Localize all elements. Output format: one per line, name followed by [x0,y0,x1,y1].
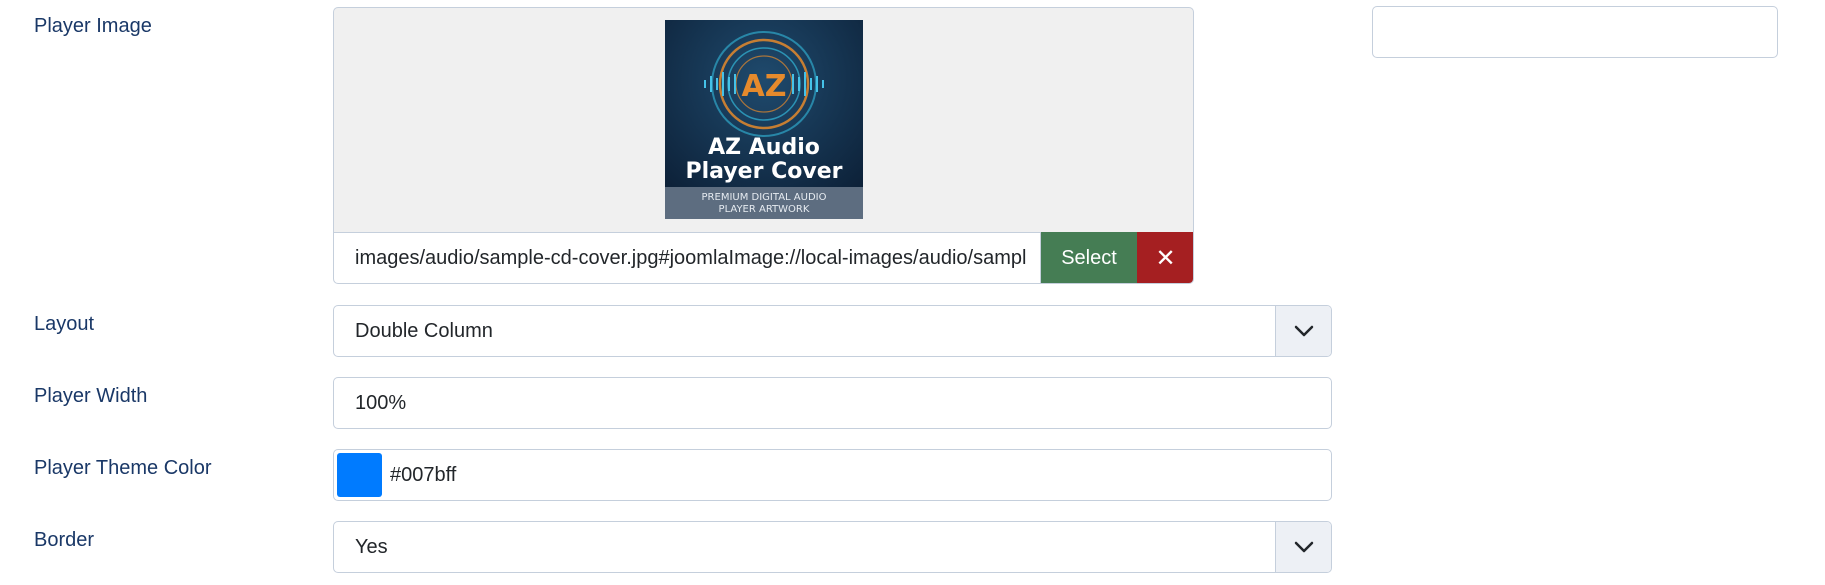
layout-selected-value: Double Column [355,319,493,342]
player-image-preview: AZ AZ Audio Player Cover PREMIUM DIGITAL… [665,20,863,219]
preview-title-line2: Player Cover [686,159,843,184]
layout-select[interactable]: Double Column [333,305,1332,357]
preview-subtitle-line1: PREMIUM DIGITAL AUDIO [702,192,827,203]
preview-logo-text: AZ [742,69,787,104]
layout-label: Layout [34,313,95,335]
preview-title-line1: AZ Audio [708,135,820,160]
border-selected-value: Yes [355,535,388,558]
side-input-field[interactable] [1372,6,1778,58]
select-image-button[interactable]: Select [1041,232,1137,283]
player-width-input[interactable]: 100% [333,377,1332,429]
theme-color-value: #007bff [390,463,457,486]
color-swatch[interactable] [337,453,382,497]
player-width-value: 100% [355,391,407,414]
chevron-down-icon [1275,522,1331,572]
player-image-path-value: images/audio/sample-cd-cover.jpg#joomlaI… [355,246,1026,269]
player-width-label: Player Width [34,385,148,407]
chevron-down-icon [1275,306,1331,356]
player-image-path-input[interactable]: images/audio/sample-cd-cover.jpg#joomlaI… [334,232,1041,283]
clear-image-button[interactable]: ✕ [1137,232,1193,283]
preview-subtitle-line2: PLAYER ARTWORK [719,204,810,215]
theme-color-label: Player Theme Color [34,457,212,479]
player-image-label: Player Image [34,15,152,37]
theme-color-input[interactable]: #007bff [333,449,1332,501]
player-image-field: AZ AZ Audio Player Cover PREMIUM DIGITAL… [333,7,1194,284]
border-select[interactable]: Yes [333,521,1332,573]
border-label: Border [34,529,95,551]
